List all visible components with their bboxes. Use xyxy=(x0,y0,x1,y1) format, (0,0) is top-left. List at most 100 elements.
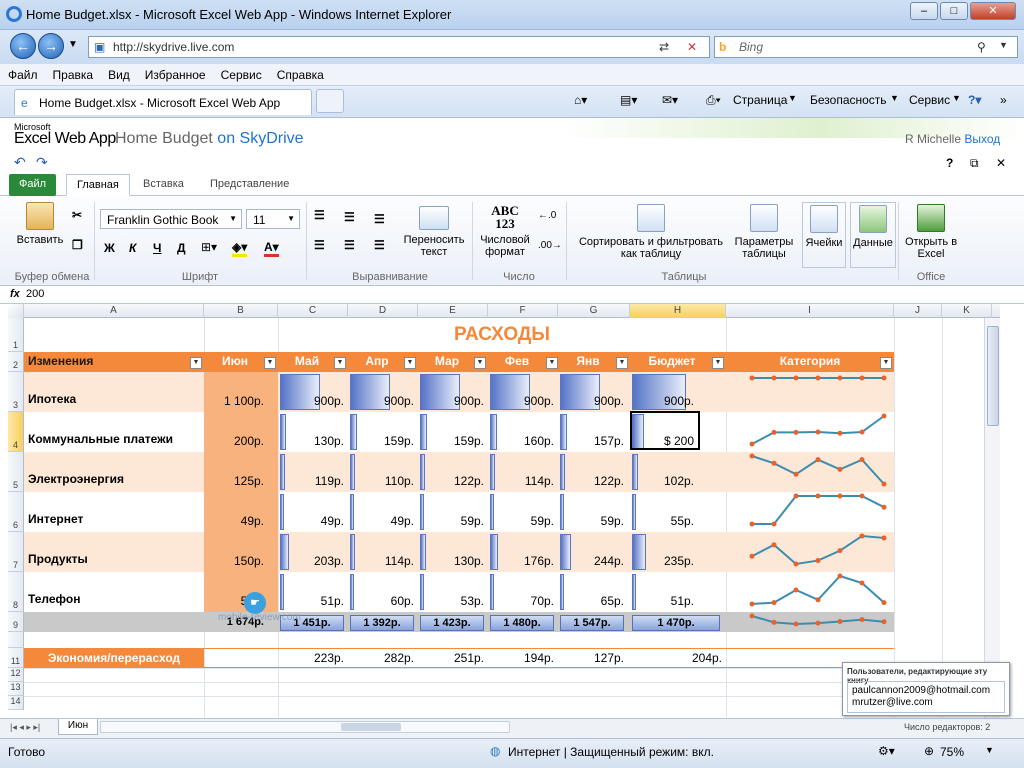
menu-file[interactable]: Файл xyxy=(0,64,45,82)
budget-value[interactable]: 51р. xyxy=(630,594,694,608)
savings-label[interactable]: Экономия/перерасход xyxy=(28,651,200,665)
sheet-nav-icon[interactable]: |◂ ◂ ▸ ▸| xyxy=(10,722,40,733)
row-category[interactable]: Телефон xyxy=(28,592,200,606)
forward-button[interactable]: → xyxy=(38,33,64,59)
filter-dropdown-icon[interactable]: ▼ xyxy=(474,357,486,369)
month-value[interactable]: 114р. xyxy=(348,554,414,568)
column-header[interactable]: K xyxy=(942,304,992,318)
tools-menu[interactable]: Сервис xyxy=(909,93,950,107)
month-value[interactable]: 70р. xyxy=(488,594,554,608)
row-category[interactable]: Продукты xyxy=(28,552,200,566)
column-header-selected[interactable]: H xyxy=(630,304,726,318)
refresh-icon[interactable]: ⇄ xyxy=(659,40,669,54)
month-value[interactable]: 900р. xyxy=(488,394,554,408)
month-value[interactable]: 59р. xyxy=(488,514,554,528)
filter-dropdown-icon[interactable]: ▼ xyxy=(404,357,416,369)
row-header[interactable]: 13 xyxy=(8,682,24,696)
fill-color-icon[interactable]: ◈▾ xyxy=(232,240,248,257)
tab-view[interactable]: Представление xyxy=(200,174,299,196)
search-icon[interactable]: ⚲ xyxy=(977,40,986,54)
row-header[interactable] xyxy=(8,632,24,648)
filter-dropdown-icon[interactable]: ▼ xyxy=(712,357,724,369)
june-value[interactable]: 49р. xyxy=(204,514,264,528)
month-value[interactable]: 130р. xyxy=(418,554,484,568)
column-header[interactable]: A xyxy=(24,304,204,318)
month-value[interactable]: 900р. xyxy=(278,394,344,408)
zoom-icon[interactable]: ⊕ xyxy=(924,744,934,758)
selected-cell[interactable] xyxy=(630,411,700,450)
row-header[interactable]: 5 xyxy=(8,452,24,492)
row-header-selected[interactable]: 4 xyxy=(8,412,24,452)
column-header[interactable]: J xyxy=(894,304,942,318)
filter-dropdown-icon[interactable]: ▼ xyxy=(190,357,202,369)
month-value[interactable]: 53р. xyxy=(418,594,484,608)
row-header[interactable]: 3 xyxy=(8,372,24,412)
copy-icon[interactable]: ❐ xyxy=(72,238,83,252)
budget-value[interactable]: 235р. xyxy=(630,554,694,568)
zoom-chevron-icon[interactable]: ▼ xyxy=(985,745,994,755)
menu-tools[interactable]: Сервис xyxy=(213,64,269,82)
filter-dropdown-icon[interactable]: ▼ xyxy=(264,357,276,369)
budget-value[interactable]: 102р. xyxy=(630,474,694,488)
menu-favorites[interactable]: Избранное xyxy=(137,64,213,82)
wrap-text-button[interactable]: Переносить текст xyxy=(398,206,470,258)
page-menu[interactable]: Страница xyxy=(733,93,787,107)
month-value[interactable]: 176р. xyxy=(488,554,554,568)
filter-dropdown-icon[interactable]: ▼ xyxy=(334,357,346,369)
address-bar[interactable]: ▣ http://skydrive.live.com ⇄ ✕ xyxy=(88,36,710,58)
menu-edit[interactable]: Правка xyxy=(45,64,101,82)
header-may[interactable]: Май xyxy=(278,354,336,368)
align-bottom-icon[interactable]: ☰ xyxy=(374,212,385,226)
month-value[interactable]: 59р. xyxy=(558,514,624,528)
cells-button[interactable]: Ячейки xyxy=(802,202,846,268)
month-value[interactable]: 59р. xyxy=(418,514,484,528)
header-mar[interactable]: Мар xyxy=(418,354,476,368)
month-value[interactable]: 49р. xyxy=(278,514,344,528)
filter-dropdown-icon[interactable]: ▼ xyxy=(616,357,628,369)
header-changes[interactable]: Изменения xyxy=(28,354,198,368)
table-options-button[interactable]: Параметры таблицы xyxy=(732,204,796,260)
month-value[interactable]: 110р. xyxy=(348,474,414,488)
align-right-icon[interactable]: ☰ xyxy=(374,238,385,252)
font-color-icon[interactable]: A▾ xyxy=(264,240,279,257)
browser-tab[interactable]: e Home Budget.xlsx - Microsoft Excel Web… xyxy=(14,89,312,115)
search-box[interactable]: b Bing ⚲ ▼ xyxy=(714,36,1018,58)
minimize-button[interactable]: – xyxy=(910,2,938,20)
row-header[interactable]: 2 xyxy=(8,352,24,372)
savings-value[interactable]: 223р. xyxy=(278,651,344,665)
header-jan[interactable]: Янв xyxy=(558,354,618,368)
vertical-scrollbar[interactable] xyxy=(984,318,1000,718)
total-value[interactable]: 1 423р. xyxy=(420,615,484,631)
month-value[interactable]: 122р. xyxy=(558,474,624,488)
decrease-decimal-icon[interactable]: .00→ xyxy=(538,240,562,251)
month-value[interactable]: 159р. xyxy=(418,434,484,448)
savings-value[interactable]: 194р. xyxy=(488,651,554,665)
signout-link[interactable]: Выход xyxy=(964,132,1000,146)
font-name-combo[interactable]: Franklin Gothic Book ▼ xyxy=(100,209,242,229)
double-underline-button[interactable]: Д xyxy=(177,241,186,255)
help-icon[interactable]: ?▾ xyxy=(968,93,981,107)
month-value[interactable]: 114р. xyxy=(488,474,554,488)
borders-icon[interactable]: ⊞▾ xyxy=(201,240,217,254)
row-category[interactable]: Электроэнергия xyxy=(28,472,200,486)
row-category[interactable]: Коммунальные платежи xyxy=(28,432,200,446)
header-feb[interactable]: Фев xyxy=(488,354,546,368)
more-icon[interactable]: » xyxy=(1000,93,1007,107)
filter-dropdown-icon[interactable]: ▼ xyxy=(546,357,558,369)
month-value[interactable]: 119р. xyxy=(278,474,344,488)
horizontal-scroll-thumb[interactable] xyxy=(341,723,401,731)
budget-value[interactable]: 55р. xyxy=(630,514,694,528)
june-value[interactable]: 1 100р. xyxy=(204,394,264,408)
month-value[interactable]: 159р. xyxy=(348,434,414,448)
column-header[interactable]: D xyxy=(348,304,418,318)
month-value[interactable]: 900р. xyxy=(348,394,414,408)
savings-budget[interactable]: 204р. xyxy=(630,651,722,665)
security-menu[interactable]: Безопасность xyxy=(810,93,887,107)
month-value[interactable]: 900р. xyxy=(418,394,484,408)
spreadsheet-grid[interactable]: A B C D E F G H I J K 1 2 3 4 5 6 7 8 9 … xyxy=(8,304,1000,718)
row-header[interactable]: 12 xyxy=(8,668,24,682)
redo-icon[interactable]: ↷ xyxy=(36,154,48,171)
tab-insert[interactable]: Вставка xyxy=(133,174,194,196)
open-in-excel-button[interactable]: Открыть в Excel xyxy=(900,204,962,260)
editor-user[interactable]: mrutzer@live.com xyxy=(848,696,1004,708)
